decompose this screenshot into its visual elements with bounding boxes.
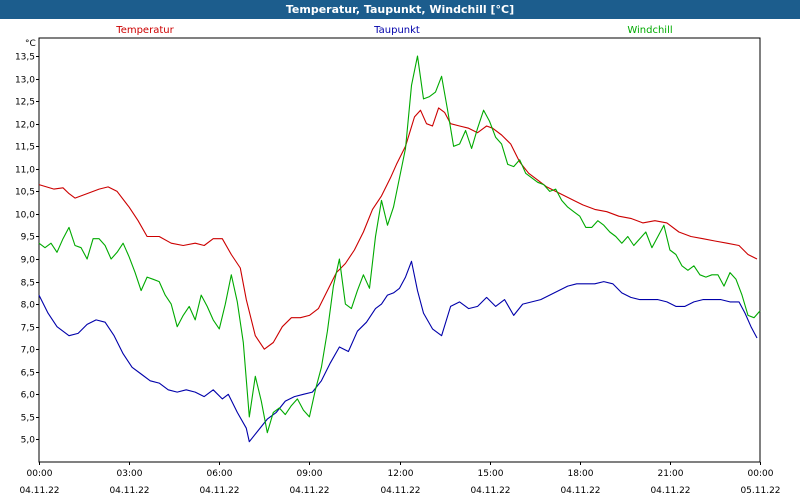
legend-label-taupunkt: Taupunkt bbox=[373, 25, 420, 36]
x-tick-time: 15:00 bbox=[478, 469, 504, 479]
x-tick-time: 09:00 bbox=[297, 469, 323, 479]
axes: 5,0 5,5 6,0 6,5 7,0 7,5 8,0 8,5 9,0 9,5 10,0 10,5 11… bbox=[15, 37, 781, 496]
y-tick-label: 12,0 bbox=[15, 121, 35, 131]
y-tick-label: 6,5 bbox=[21, 369, 35, 379]
legend-label-temperatur: Temperatur bbox=[115, 25, 174, 36]
x-tick-date: 04.11.22 bbox=[199, 486, 239, 496]
y-tick-label: 13,5 bbox=[15, 53, 35, 63]
y-tick-label: 12,5 bbox=[15, 98, 35, 108]
y-tick-label: 11,0 bbox=[15, 166, 35, 176]
y-tick-label: 5,0 bbox=[21, 436, 36, 446]
x-tick-time: 00:00 bbox=[748, 469, 774, 479]
y-tick-label: 13,0 bbox=[15, 76, 35, 86]
y-tick-label: 8,0 bbox=[21, 301, 36, 311]
y-tick-label: 10,5 bbox=[15, 188, 35, 198]
x-tick-date: 04.11.22 bbox=[289, 486, 329, 496]
y-tick-label: 8,5 bbox=[21, 279, 35, 289]
y-tick-label: 9,5 bbox=[21, 233, 35, 243]
y-axis-label: °C bbox=[25, 39, 36, 49]
legend-label-windchill: Windchill bbox=[627, 25, 672, 36]
plot-area bbox=[38, 37, 761, 463]
y-tick-label: 11,5 bbox=[15, 143, 35, 153]
x-tick-time: 03:00 bbox=[117, 469, 143, 479]
y-tick-label: 5,5 bbox=[21, 414, 35, 424]
x-tick-date: 04.11.22 bbox=[650, 486, 690, 496]
x-tick-date: 04.11.22 bbox=[560, 486, 600, 496]
y-tick-label: 6,0 bbox=[21, 391, 36, 401]
x-tick-date: 04.11.22 bbox=[380, 486, 420, 496]
y-tick-label: 7,0 bbox=[21, 346, 36, 356]
x-tick-time: 00:00 bbox=[27, 469, 53, 479]
x-tick-date: 04.11.22 bbox=[19, 486, 59, 496]
x-tick-date: 04.11.22 bbox=[109, 486, 149, 496]
y-tick-label: 10,0 bbox=[15, 211, 35, 221]
y-tick-label: 9,0 bbox=[21, 256, 36, 266]
x-tick-time: 21:00 bbox=[658, 469, 684, 479]
x-tick-time: 06:00 bbox=[207, 469, 233, 479]
x-tick-time: 12:00 bbox=[388, 469, 414, 479]
line-chart: 5,0 5,5 6,0 6,5 7,0 7,5 8,0 8,5 9,0 9,5 10,0 10,5 11… bbox=[15, 25, 781, 496]
x-tick-time: 18:00 bbox=[568, 469, 594, 479]
y-tick-label: 7,5 bbox=[21, 324, 35, 334]
legend: Temperatur Taupunkt Windchill bbox=[115, 25, 672, 36]
x-tick-date: 04.11.22 bbox=[470, 486, 510, 496]
x-tick-date: 05.11.22 bbox=[740, 486, 780, 496]
